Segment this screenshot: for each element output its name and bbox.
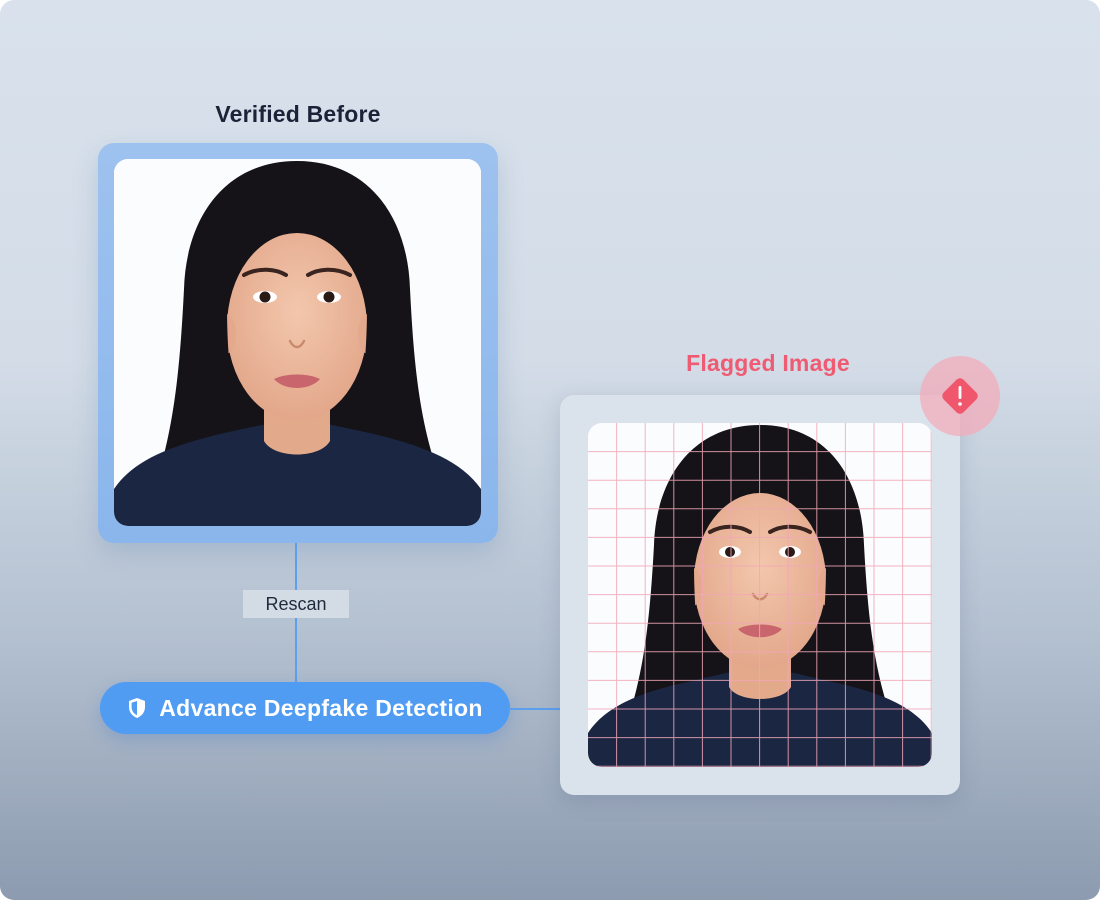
connector-line-lower — [295, 618, 297, 682]
verified-portrait-photo — [114, 159, 481, 526]
warning-diamond-icon — [942, 378, 978, 414]
deepfake-detection-label: Advance Deepfake Detection — [159, 694, 483, 721]
portrait-illustration — [588, 423, 932, 767]
verified-image-card[interactable] — [98, 143, 498, 543]
portrait-illustration — [114, 159, 481, 526]
deepfake-comparison-canvas: Verified Before Rescan Advance Deepfake … — [0, 0, 1100, 900]
flagged-portrait-photo — [588, 423, 932, 767]
connector-line-upper — [295, 543, 297, 593]
deepfake-detection-button[interactable]: Advance Deepfake Detection — [100, 682, 510, 734]
connector-line-horizontal — [508, 708, 560, 710]
warning-badge — [920, 356, 1000, 436]
flagged-image-card[interactable] — [560, 395, 960, 795]
shield-icon — [129, 698, 146, 718]
rescan-label: Rescan — [243, 590, 349, 618]
flagged-title: Flagged Image — [686, 350, 850, 376]
verified-title: Verified Before — [215, 101, 381, 127]
